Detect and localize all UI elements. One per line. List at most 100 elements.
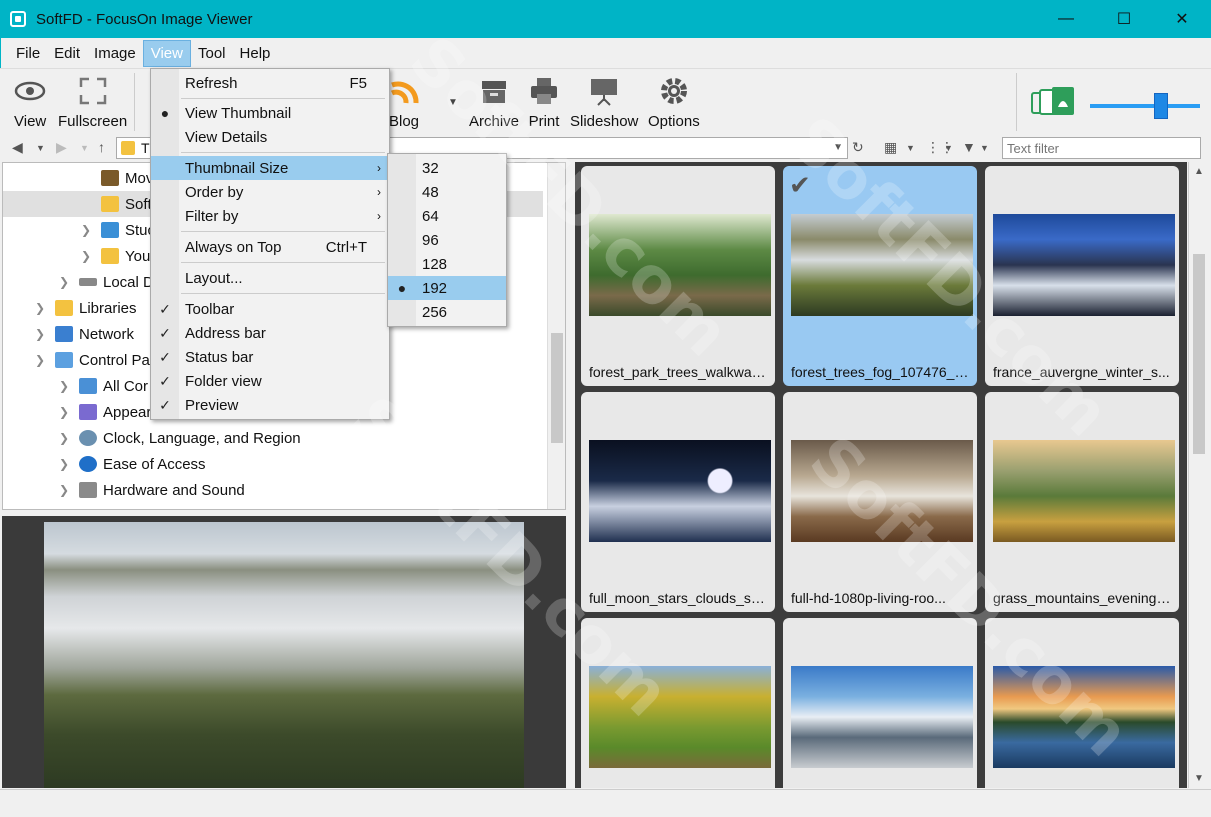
menu-item-status-bar[interactable]: ✓ Status bar — [151, 345, 389, 369]
chevron-right-icon[interactable]: ❯ — [35, 327, 49, 341]
tree-item[interactable]: ❯ Hardware and Sound — [59, 477, 245, 503]
back-dropdown-icon[interactable]: ▼ — [36, 143, 45, 153]
view-menu: Refresh F5 ● View Thumbnail View Details… — [150, 68, 390, 420]
clock-icon — [79, 430, 97, 446]
filter-icon[interactable]: ▼ — [962, 139, 976, 155]
menu-item-view-thumbnail[interactable]: ● View Thumbnail — [151, 101, 389, 125]
chevron-right-icon[interactable]: ❯ — [59, 431, 73, 445]
chevron-right-icon[interactable]: ❯ — [81, 249, 95, 263]
menu-help[interactable]: Help — [233, 41, 278, 66]
thumbnail-item[interactable]: grass_mountains_evening_... — [985, 392, 1179, 612]
fullscreen-button[interactable]: Fullscreen — [58, 75, 127, 130]
size-option-96[interactable]: 96 — [388, 228, 506, 252]
tree-item[interactable]: ❯ You — [81, 243, 150, 269]
tree-item[interactable]: Mov — [101, 165, 153, 191]
toolbar-separator — [134, 73, 135, 131]
options-button[interactable]: Options — [648, 75, 700, 130]
size-option-64[interactable]: 64 — [388, 204, 506, 228]
menu-item-address-bar[interactable]: ✓ Address bar — [151, 321, 389, 345]
menu-item-preview[interactable]: ✓ Preview — [151, 393, 389, 417]
scrollbar-thumb[interactable] — [551, 333, 563, 443]
blog-button[interactable]: Blog — [388, 75, 420, 130]
back-icon[interactable]: ◀ — [12, 139, 23, 156]
chevron-right-icon[interactable]: ❯ — [81, 223, 95, 237]
menu-item-filter-by[interactable]: Filter by › — [151, 204, 389, 228]
thumbnail-size-icon[interactable] — [1030, 85, 1078, 119]
size-option-256[interactable]: 256 — [388, 300, 506, 324]
chevron-down-icon[interactable]: ▼ — [833, 142, 843, 153]
menu-item-folder-view[interactable]: ✓ Folder view — [151, 369, 389, 393]
size-option-48[interactable]: 48 — [388, 180, 506, 204]
presentation-icon — [588, 75, 620, 107]
maximize-button[interactable]: ☐ — [1095, 0, 1153, 38]
thumbnail-image — [993, 666, 1175, 768]
zoom-slider-knob[interactable] — [1154, 93, 1168, 119]
menu-item-toolbar[interactable]: ✓ Toolbar — [151, 297, 389, 321]
refresh-icon[interactable]: ↻ — [852, 139, 864, 156]
filter-dropdown-icon[interactable]: ▼ — [980, 143, 989, 153]
menu-image[interactable]: Image — [87, 41, 143, 66]
thumbnail-item[interactable] — [581, 618, 775, 788]
scrollbar-thumb[interactable] — [1193, 254, 1205, 454]
view-button-label: View — [14, 113, 47, 130]
zoom-slider-track[interactable] — [1090, 104, 1200, 108]
chevron-down-icon[interactable]: ❯ — [35, 353, 49, 367]
menu-item-layout[interactable]: Layout... — [151, 266, 389, 290]
chevron-right-icon[interactable]: ❯ — [59, 379, 73, 393]
tree-item[interactable]: ❯ Stuc — [81, 217, 155, 243]
tree-item[interactable]: ❯ Libraries — [35, 295, 137, 321]
chevron-right-icon[interactable]: ❯ — [35, 301, 49, 315]
appearance-icon — [79, 404, 97, 420]
chevron-right-icon[interactable]: ❯ — [59, 457, 73, 471]
chevron-right-icon[interactable]: ❯ — [59, 405, 73, 419]
menu-view[interactable]: View — [142, 39, 191, 67]
menu-item-thumbnail-size[interactable]: Thumbnail Size › — [151, 156, 389, 180]
close-button[interactable]: ✕ — [1153, 0, 1211, 38]
menu-tool[interactable]: Tool — [191, 41, 233, 66]
print-button[interactable]: Print — [528, 75, 560, 130]
tree-item[interactable]: ❯ Ease of Access — [59, 451, 206, 477]
scroll-up-icon[interactable]: ▲ — [1194, 166, 1204, 177]
size-option-32[interactable]: 32 — [388, 156, 506, 180]
tree-item[interactable]: ❯ Network — [35, 321, 134, 347]
grid-view-icon[interactable]: ▦ — [884, 139, 897, 156]
menu-item-view-details[interactable]: View Details — [151, 125, 389, 149]
thumbnail-item[interactable]: full-hd-1080p-living-roo... — [783, 392, 977, 612]
sort-dropdown-icon[interactable]: ▼ — [944, 143, 953, 153]
tree-item[interactable]: ❯ Appear — [59, 399, 151, 425]
menu-item-label: Folder view — [185, 372, 262, 390]
view-button[interactable]: View — [14, 75, 46, 130]
slideshow-button[interactable]: Slideshow — [570, 75, 638, 130]
menu-item-always-on-top[interactable]: Always on Top Ctrl+T — [151, 235, 389, 259]
size-option-128[interactable]: 128 — [388, 252, 506, 276]
grid-dropdown-icon[interactable]: ▼ — [906, 143, 915, 153]
thumbnail-item[interactable] — [783, 618, 977, 788]
forward-icon[interactable]: ▶ — [56, 139, 67, 156]
tree-item[interactable]: ❯ Control Par — [35, 347, 155, 373]
text-filter-input[interactable] — [1002, 137, 1201, 159]
thumbnail-item[interactable] — [985, 618, 1179, 788]
thumbnail-item[interactable]: full_moon_stars_clouds_sh... — [581, 392, 775, 612]
grid-scrollbar[interactable]: ▲ ▼ — [1188, 162, 1208, 788]
archive-button[interactable]: Archive — [469, 75, 519, 130]
menu-item-order-by[interactable]: Order by › — [151, 180, 389, 204]
tree-item[interactable]: ❯ Local D — [59, 269, 154, 295]
menu-item-label: View Thumbnail — [185, 104, 292, 122]
tree-item[interactable]: ❯ All Cor — [59, 373, 148, 399]
minimize-button[interactable]: — — [1037, 0, 1095, 38]
thumbnail-item[interactable]: forest_park_trees_walkway... — [581, 166, 775, 386]
forward-dropdown-icon[interactable]: ▼ — [80, 143, 89, 153]
menu-edit[interactable]: Edit — [47, 41, 87, 66]
thumbnail-item[interactable]: ✔ forest_trees_fog_107476_1... — [783, 166, 977, 386]
thumbnail-item[interactable]: france_auvergne_winter_s... — [985, 166, 1179, 386]
scroll-down-icon[interactable]: ▼ — [1194, 773, 1204, 784]
chevron-right-icon[interactable]: ❯ — [59, 483, 73, 497]
size-option-192[interactable]: ● 192 — [388, 276, 506, 300]
blog-dropdown-arrow[interactable]: ▼ — [448, 97, 458, 108]
menu-item-refresh[interactable]: Refresh F5 — [151, 71, 389, 95]
chevron-right-icon[interactable]: ❯ — [59, 275, 73, 289]
up-icon[interactable]: ↑ — [98, 139, 105, 155]
menu-file[interactable]: File — [9, 41, 47, 66]
tree-scrollbar[interactable] — [547, 163, 565, 509]
tree-item[interactable]: ❯ Clock, Language, and Region — [59, 425, 301, 451]
